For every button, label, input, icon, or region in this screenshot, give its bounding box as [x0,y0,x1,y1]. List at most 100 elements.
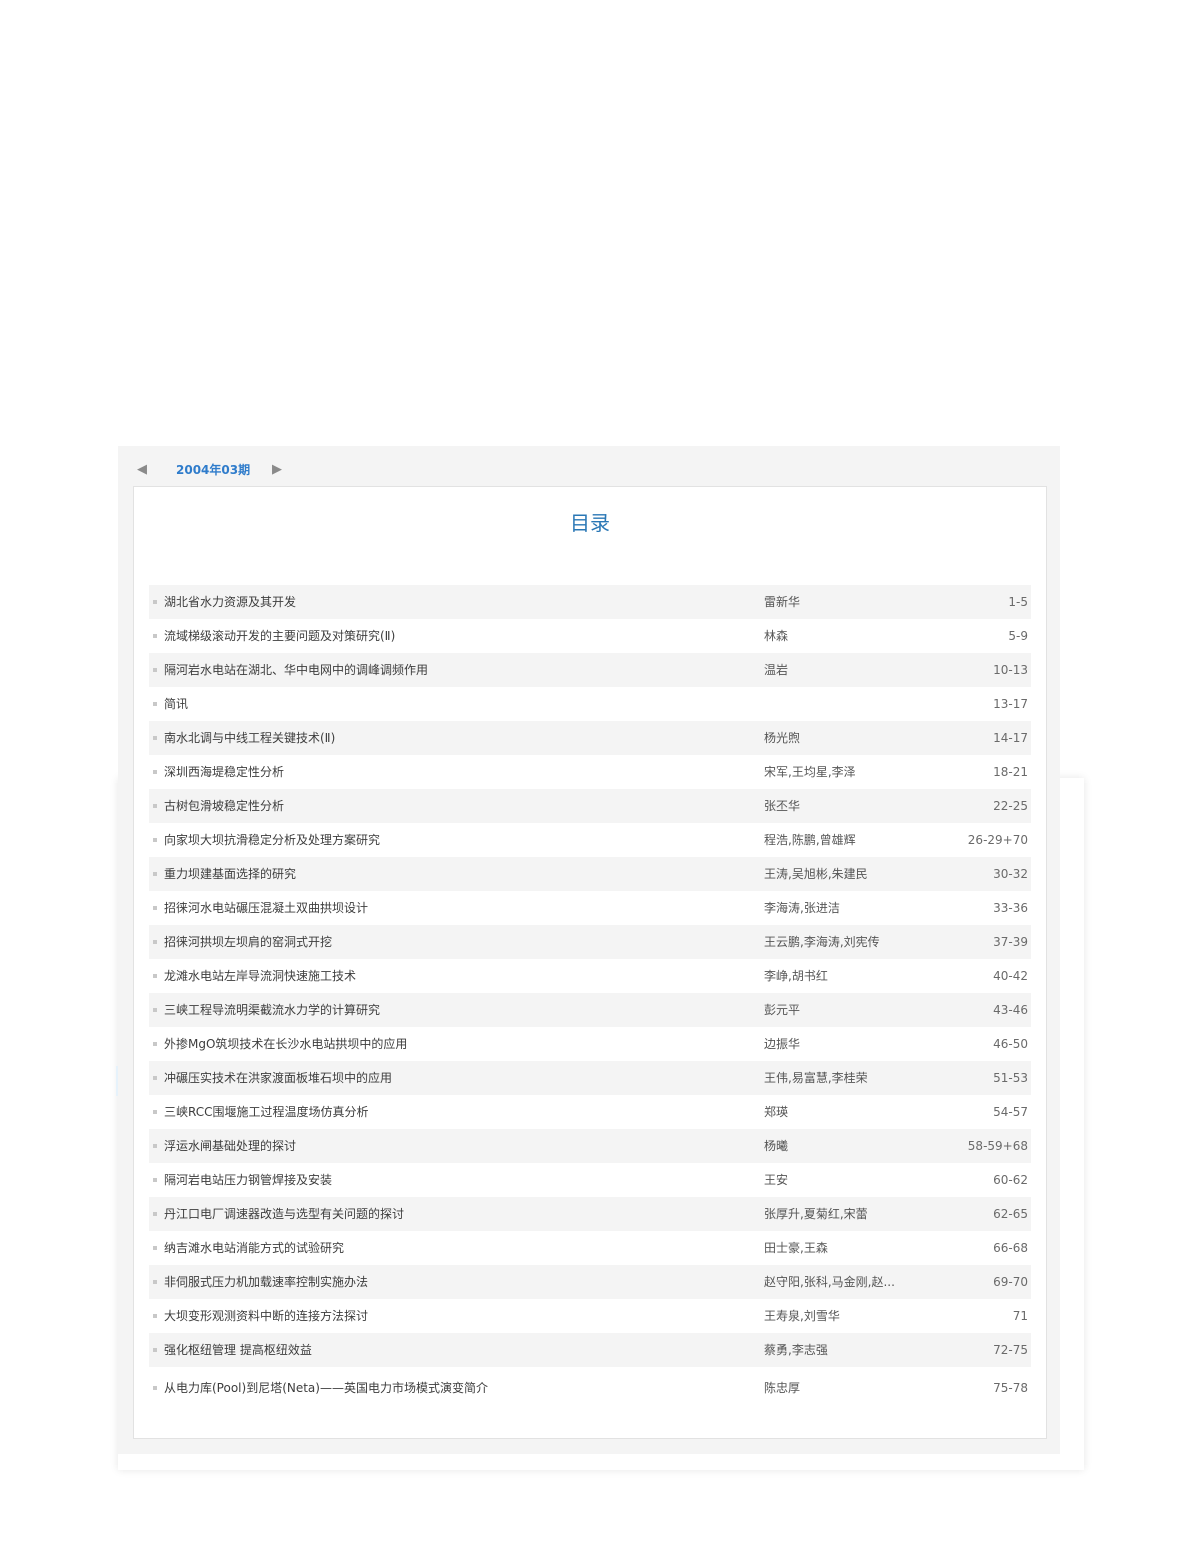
article-pages: 26-29+70 [967,833,1028,847]
bullet-icon [153,940,157,944]
article-pages: 60-62 [993,1173,1028,1187]
issue-toc-panel: ◀ 2004年03期 ▶ 目录 湖北省水力资源及其开发 雷新华 1-5 流域梯级滚动开… [118,446,1060,1454]
article-title-link[interactable]: 隔河岩水电站在湖北、华中电网中的调峰调频作用 [164,653,428,687]
article-title-link[interactable]: 非伺服式压力机加载速率控制实施办法 [164,1265,368,1299]
issue-tab[interactable]: 2004年03期 [176,462,250,478]
article-pages: 30-32 [993,867,1028,881]
article-authors: 蔡勇,李志强 [764,1343,828,1357]
bullet-icon [153,1280,157,1284]
article-pages: 1-5 [1008,595,1028,609]
article-authors: 边振华 [764,1037,801,1051]
article-pages: 75-78 [993,1381,1028,1395]
article-title-link[interactable]: 招徕河拱坝左坝肩的窑洞式开挖 [164,925,332,959]
toc-row[interactable]: 深圳西海堤稳定性分析 宋军,王均星,李泽 18-21 [149,755,1031,789]
article-title-link[interactable]: 冲碾压实技术在洪家渡面板堆石坝中的应用 [164,1061,392,1095]
article-authors: 王伟,易富慧,李桂荣 [764,1071,868,1085]
article-pages: 14-17 [993,731,1028,745]
toc-row[interactable]: 丹江口电厂调速器改造与选型有关问题的探讨 张厚升,夏菊红,宋蕾 62-65 [149,1197,1031,1231]
article-pages: 13-17 [993,697,1028,711]
article-authors: 张丕华 [764,799,801,813]
article-title-link[interactable]: 丹江口电厂调速器改造与选型有关问题的探讨 [164,1197,404,1231]
article-authors: 李峥,胡书红 [764,969,828,983]
article-title-link[interactable]: 三峡工程导流明渠截流水力学的计算研究 [164,993,380,1027]
bullet-icon [153,736,157,740]
bullet-icon [153,974,157,978]
article-title-link[interactable]: 纳吉滩水电站消能方式的试验研究 [164,1231,344,1265]
toc-row[interactable]: 纳吉滩水电站消能方式的试验研究 田士豪,王森 66-68 [149,1231,1031,1265]
article-pages: 22-25 [993,799,1028,813]
toc-row[interactable]: 从电力库(Pool)到尼塔(Neta)——英国电力市场模式演变简介 陈忠厚 75-7… [149,1367,1031,1405]
toc-title: 目录 [570,511,610,535]
toc-row[interactable]: 流域梯级滚动开发的主要问题及对策研究(Ⅱ) 林森 5-9 [149,619,1031,653]
article-title-link[interactable]: 强化枢纽管理 提高枢纽效益 [164,1333,312,1367]
article-title-link[interactable]: 龙滩水电站左岸导流洞快速施工技术 [164,959,356,993]
article-authors: 陈忠厚 [764,1381,801,1395]
toc-row[interactable]: 强化枢纽管理 提高枢纽效益 蔡勇,李志强 72-75 [149,1333,1031,1367]
toc-row[interactable]: 向家坝大坝抗滑稳定分析及处理方案研究 程浩,陈鹏,曾雄辉 26-29+70 [149,823,1031,857]
bullet-icon [153,1212,157,1216]
article-title-link[interactable]: 浮运水闸基础处理的探讨 [164,1129,296,1163]
bullet-icon [153,1348,157,1352]
article-pages: 46-50 [993,1037,1028,1051]
toc-row[interactable]: 隔河岩电站压力钢管焊接及安装 王安 60-62 [149,1163,1031,1197]
article-title-link[interactable]: 古树包滑坡稳定性分析 [164,789,284,823]
toc-content: 目录 湖北省水力资源及其开发 雷新华 1-5 流域梯级滚动开发的主要问题及对策研究(Ⅱ… [133,486,1047,1439]
prev-issue-arrow-icon[interactable]: ◀ [137,462,147,478]
article-authors: 杨光煦 [764,731,801,745]
toc-row[interactable]: 简讯 13-17 [149,687,1031,721]
bullet-icon [153,770,157,774]
bullet-icon [153,1178,157,1182]
bullet-icon [153,702,157,706]
toc-row[interactable]: 三峡工程导流明渠截流水力学的计算研究 彭元平 43-46 [149,993,1031,1027]
article-pages: 43-46 [993,1003,1028,1017]
toc-row[interactable]: 冲碾压实技术在洪家渡面板堆石坝中的应用 王伟,易富慧,李桂荣 51-53 [149,1061,1031,1095]
article-title-link[interactable]: 简讯 [164,687,188,721]
article-title-link[interactable]: 重力坝建基面选择的研究 [164,857,296,891]
toc-row[interactable]: 湖北省水力资源及其开发 雷新华 1-5 [149,585,1031,619]
toc-row[interactable]: 隔河岩水电站在湖北、华中电网中的调峰调频作用 温岩 10-13 [149,653,1031,687]
bullet-icon [153,1076,157,1080]
bullet-icon [153,872,157,876]
toc-row[interactable]: 外掺MgO筑坝技术在长沙水电站拱坝中的应用 边振华 46-50 [149,1027,1031,1061]
article-pages: 71 [1012,1309,1028,1323]
toc-row[interactable]: 浮运水闸基础处理的探讨 杨曦 58-59+68 [149,1129,1031,1163]
article-title-link[interactable]: 流域梯级滚动开发的主要问题及对策研究(Ⅱ) [164,619,395,653]
bullet-icon [153,1246,157,1250]
article-title-link[interactable]: 隔河岩电站压力钢管焊接及安装 [164,1163,332,1197]
bullet-icon [153,1008,157,1012]
article-pages: 37-39 [993,935,1028,949]
toc-row[interactable]: 非伺服式压力机加载速率控制实施办法 赵守阳,张科,马金刚,赵... 69-70 [149,1265,1031,1299]
toc-row[interactable]: 古树包滑坡稳定性分析 张丕华 22-25 [149,789,1031,823]
article-pages: 10-13 [993,663,1028,677]
article-title-link[interactable]: 外掺MgO筑坝技术在长沙水电站拱坝中的应用 [164,1027,407,1061]
article-title-link[interactable]: 从电力库(Pool)到尼塔(Neta)——英国电力市场模式演变简介 [164,1367,488,1409]
article-authors: 杨曦 [764,1139,789,1153]
article-title-link[interactable]: 深圳西海堤稳定性分析 [164,755,284,789]
toc-row[interactable]: 重力坝建基面选择的研究 王涛,吴旭彬,朱建民 30-32 [149,857,1031,891]
article-title-link[interactable]: 向家坝大坝抗滑稳定分析及处理方案研究 [164,823,380,857]
article-title-link[interactable]: 大坝变形观测资料中断的连接方法探讨 [164,1299,368,1333]
toc-row[interactable]: 三峡RCC围堰施工过程温度场仿真分析 郑瑛 54-57 [149,1095,1031,1129]
bullet-icon [153,668,157,672]
toc-row[interactable]: 龙滩水电站左岸导流洞快速施工技术 李峥,胡书红 40-42 [149,959,1031,993]
bullet-icon [153,1386,157,1390]
article-pages: 5-9 [1008,629,1028,643]
article-authors: 王寿泉,刘雪华 [764,1309,840,1323]
article-title-link[interactable]: 三峡RCC围堰施工过程温度场仿真分析 [164,1095,369,1129]
article-authors: 王云鹏,李海涛,刘宪传 [764,935,880,949]
bullet-icon [153,906,157,910]
article-pages: 18-21 [993,765,1028,779]
toc-row[interactable]: 招徕河水电站碾压混凝土双曲拱坝设计 李海涛,张进洁 33-36 [149,891,1031,925]
article-title-link[interactable]: 湖北省水力资源及其开发 [164,585,296,619]
article-title-link[interactable]: 南水北调与中线工程关键技术(Ⅱ) [164,721,335,755]
next-issue-arrow-icon[interactable]: ▶ [272,462,282,478]
bullet-icon [153,838,157,842]
bullet-icon [153,804,157,808]
toc-row[interactable]: 大坝变形观测资料中断的连接方法探讨 王寿泉,刘雪华 71 [149,1299,1031,1333]
article-pages: 66-68 [993,1241,1028,1255]
article-title-link[interactable]: 招徕河水电站碾压混凝土双曲拱坝设计 [164,891,368,925]
toc-row[interactable]: 南水北调与中线工程关键技术(Ⅱ) 杨光煦 14-17 [149,721,1031,755]
article-pages: 33-36 [993,901,1028,915]
bullet-icon [153,1042,157,1046]
toc-row[interactable]: 招徕河拱坝左坝肩的窑洞式开挖 王云鹏,李海涛,刘宪传 37-39 [149,925,1031,959]
